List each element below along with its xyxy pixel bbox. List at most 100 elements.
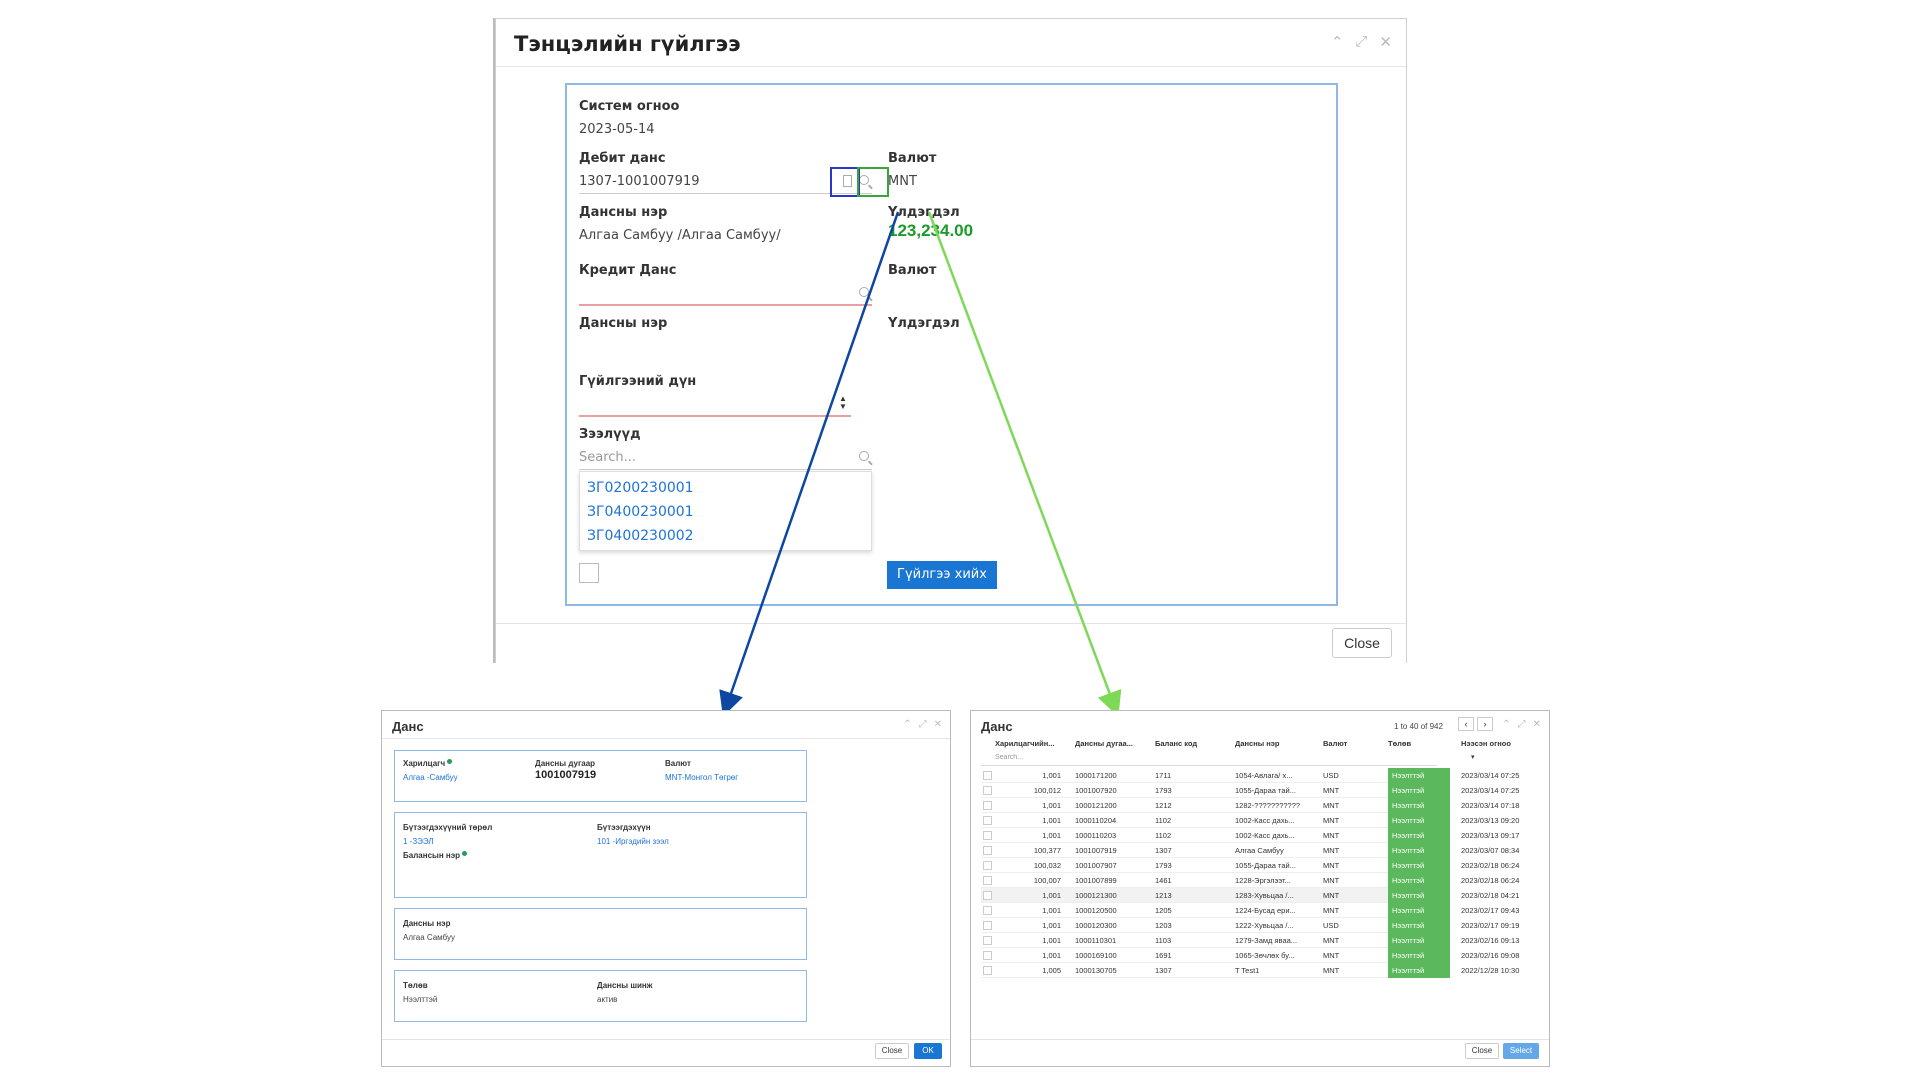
table-row[interactable]: 1,005 1000130705 1307 T Test1 MNT Нээлттэй 202…	[981, 963, 1519, 978]
table-cell: 1,005	[1042, 966, 1061, 975]
table-cell: 1691	[1155, 951, 1172, 960]
row-checkbox[interactable]	[983, 801, 992, 810]
column-header[interactable]: Дансны дугаа...	[1075, 739, 1141, 748]
column-header[interactable]: Нээсэн огноо	[1461, 739, 1531, 748]
row-checkbox[interactable]	[983, 906, 992, 915]
column-header[interactable]: Баланс код	[1155, 739, 1215, 748]
select-button[interactable]: Select	[1503, 1043, 1539, 1059]
table-cell: 2023/03/14 07:25	[1461, 771, 1520, 780]
status-badge: Нээлттэй	[1388, 918, 1450, 933]
maximize-icon[interactable]: ⤢	[1518, 719, 1526, 730]
product-label: Бүтээгдэхүүн	[597, 823, 651, 832]
table-cell: 100,007	[1033, 876, 1061, 885]
ok-button[interactable]: OK	[914, 1043, 942, 1059]
row-checkbox[interactable]	[983, 861, 992, 870]
info-dot-icon	[447, 759, 453, 764]
table-cell: MNT	[1323, 801, 1340, 810]
customer-link[interactable]: Алгаа -Самбуу	[403, 773, 458, 782]
table-cell: 2022/12/28 10:30	[1461, 966, 1520, 975]
table-cell: 1001007899	[1075, 876, 1117, 885]
table-cell: 1000169100	[1075, 951, 1117, 960]
table-row[interactable]: 1,001 1000171200 1711 1054-Авлага/ х... USD Н…	[981, 768, 1519, 783]
table-row[interactable]: 1,001 1000121300 1213 1283-Хувьцаа /... MNT Н…	[981, 888, 1519, 903]
status-badge: Нээлттэй	[1388, 873, 1450, 888]
row-checkbox[interactable]	[983, 846, 992, 855]
status-badge: Нээлттэй	[1388, 783, 1450, 798]
row-checkbox[interactable]	[983, 951, 992, 960]
table-cell: 1065-Зөчлөх бу...	[1235, 951, 1295, 960]
table-cell: 1283-Хувьцаа /...	[1235, 891, 1294, 900]
account-name-section: Дансны нэр Алгаа Самбуу	[394, 908, 807, 960]
row-checkbox[interactable]	[983, 771, 992, 780]
status-badge: Нээлттэй	[1388, 963, 1450, 978]
column-header[interactable]: Төлөв	[1388, 739, 1448, 748]
account-number-label: Дансны дугаар	[535, 759, 596, 768]
row-checkbox[interactable]	[983, 936, 992, 945]
row-checkbox[interactable]	[983, 786, 992, 795]
status-badge: Нээлттэй	[1388, 798, 1450, 813]
table-cell: 100,012	[1033, 786, 1061, 795]
table-cell: 2023/02/16 09:08	[1461, 951, 1520, 960]
table-header: Харилцагчийн... Дансны дугаа... Баланс к…	[981, 736, 1511, 752]
table-row[interactable]: 1,001 1000120500 1205 1224-Бусад ери... MNT Н…	[981, 903, 1519, 918]
row-checkbox[interactable]	[983, 816, 992, 825]
table-cell: 2023/03/13 09:17	[1461, 831, 1520, 840]
close-icon[interactable]: ✕	[1533, 719, 1541, 730]
search-filter-input[interactable]: Search...	[995, 754, 1023, 761]
account-number-value: 1001007919	[535, 769, 597, 781]
close-icon[interactable]: ✕	[934, 719, 942, 730]
row-checkbox[interactable]	[983, 966, 992, 975]
close-button[interactable]: Close	[875, 1043, 909, 1059]
maximize-icon[interactable]: ⤢	[919, 719, 927, 730]
table-cell: 1001007920	[1075, 786, 1117, 795]
product-link[interactable]: 101 -Иргэдийн зээл	[597, 837, 669, 846]
table-cell: 1001007919	[1075, 846, 1117, 855]
currency-link[interactable]: MNT-Монгол Төгрөг	[665, 773, 738, 782]
status-badge: Нээлттэй	[1388, 813, 1450, 828]
table-cell: 1,001	[1042, 831, 1061, 840]
table-row[interactable]: 1,001 1000110301 1103 1279-Замд яваа... MNT Н…	[981, 933, 1519, 948]
chevron-right-icon[interactable]: ›	[1477, 717, 1493, 731]
chevron-left-icon[interactable]: ‹	[1458, 717, 1474, 731]
row-checkbox[interactable]	[983, 876, 992, 885]
table-cell: 1102	[1155, 816, 1172, 825]
blue-arrow	[719, 211, 900, 717]
table-row[interactable]: 1,001 1000120300 1203 1222-Хувьцаа /... USD Н…	[981, 918, 1519, 933]
product-type-link[interactable]: 1 -ЗЭЭЛ	[403, 837, 434, 846]
column-header[interactable]: Харилцагчийн...	[995, 739, 1065, 748]
account-name-label: Дансны нэр	[403, 919, 451, 928]
table-row[interactable]: 1,001 1000110203 1102 1002-Касс дахь... MNT Н…	[981, 828, 1519, 843]
table-cell: 1,001	[1042, 906, 1061, 915]
close-button[interactable]: Close	[1465, 1043, 1499, 1059]
table-cell: 2023/02/17 09:19	[1461, 921, 1520, 930]
table-row[interactable]: 1,001 1000110204 1102 1002-Касс дахь... MNT Н…	[981, 813, 1519, 828]
minimize-icon[interactable]: ⌃	[903, 719, 911, 730]
dialog-title: Данс	[392, 719, 424, 734]
table-cell: 1307	[1155, 846, 1172, 855]
table-row[interactable]: 100,012 1001007920 1793 1055-Дараа тай... MN…	[981, 783, 1519, 798]
column-header[interactable]: Дансны нэр	[1235, 739, 1295, 748]
minimize-icon[interactable]: ⌃	[1502, 719, 1510, 730]
table-row[interactable]: 1,001 1000169100 1691 1065-Зөчлөх бу... MNT Н…	[981, 948, 1519, 963]
table-cell: 1054-Авлага/ х...	[1235, 771, 1293, 780]
table-cell: 2023/02/18 04:21	[1461, 891, 1520, 900]
row-checkbox[interactable]	[983, 891, 992, 900]
table-row[interactable]: 100,377 1001007919 1307 Алгаа Самбуу MNT Нээл…	[981, 843, 1519, 858]
column-header[interactable]: Валют	[1323, 739, 1363, 748]
window-controls: ⌃ ⤢ ✕	[903, 719, 942, 730]
row-checkbox[interactable]	[983, 831, 992, 840]
table-cell: T Test1	[1235, 966, 1260, 975]
row-checkbox[interactable]	[983, 921, 992, 930]
table-row[interactable]: 100,032 1001007907 1793 1055-Дараа тай... MN…	[981, 858, 1519, 873]
account-list-dialog: Данс 1 to 40 of 942 ‹ › ⌃ ⤢ ✕ Харилцагчи…	[970, 710, 1550, 1067]
table-row[interactable]: 1,001 1000121200 1212 1282-??????????? MNT Нэ…	[981, 798, 1519, 813]
table-row[interactable]: 100,007 1001007899 1461 1228-Эргэлээт... MNT…	[981, 873, 1519, 888]
balance-name-label: Балансын нэр	[403, 851, 468, 860]
status-badge: Нээлттэй	[1388, 888, 1450, 903]
table-cell: 1,001	[1042, 801, 1061, 810]
table-cell: 1711	[1155, 771, 1172, 780]
status-badge: Нээлттэй	[1388, 903, 1450, 918]
pager-text: 1 to 40 of 942	[1394, 722, 1443, 731]
table-cell: 1793	[1155, 786, 1172, 795]
chevron-down-icon[interactable]: ▾	[1471, 753, 1475, 761]
